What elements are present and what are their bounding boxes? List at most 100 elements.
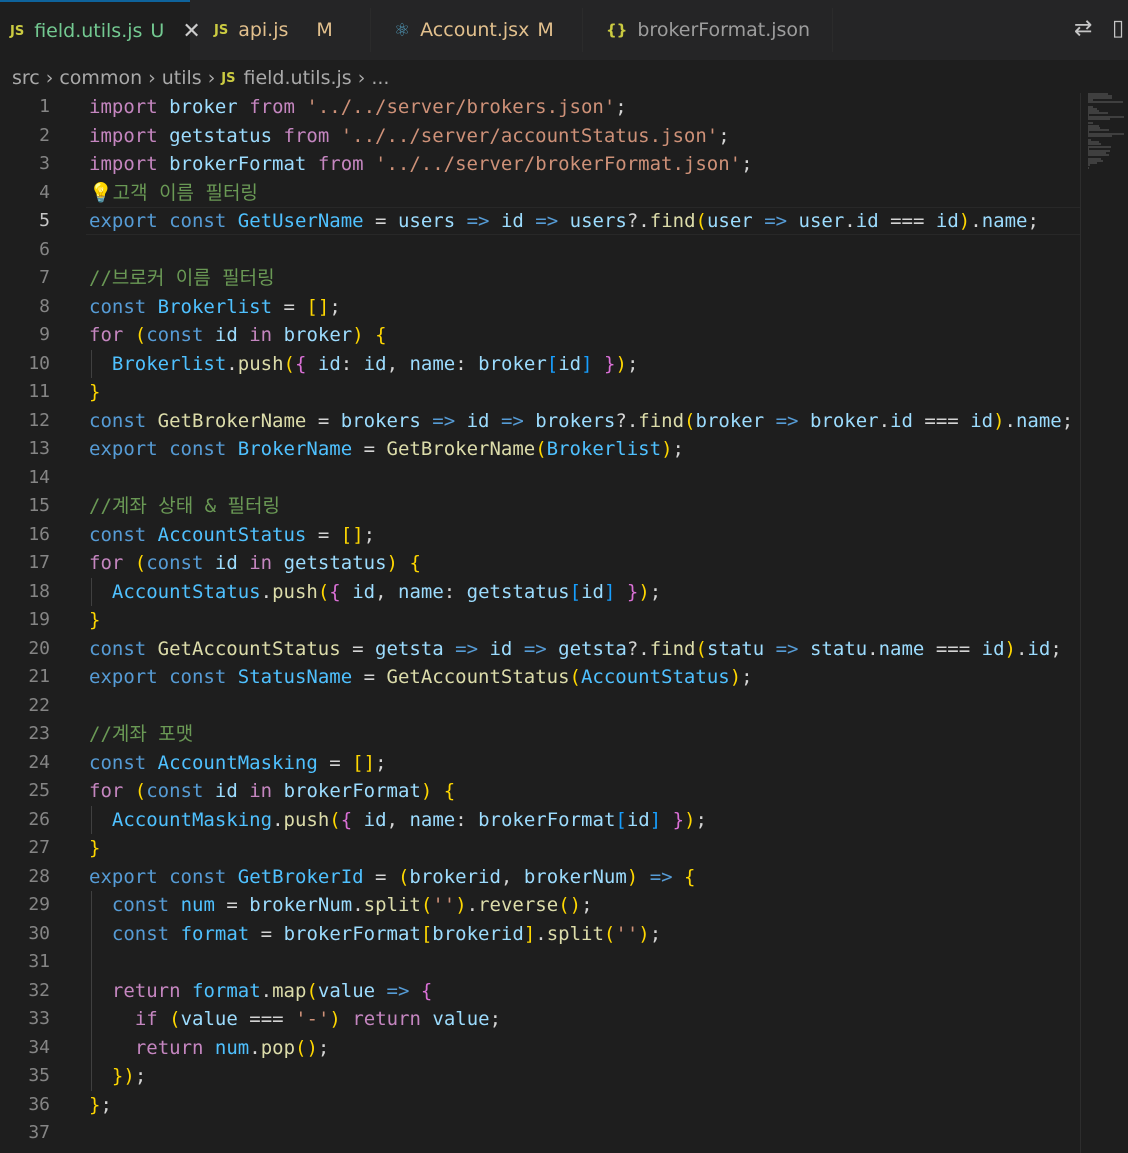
chevron-right-icon: › [357, 67, 366, 89]
tab-status-badge: M [316, 19, 333, 41]
line-number: 15 [28, 495, 50, 516]
line-number: 25 [28, 780, 50, 801]
code-line[interactable]: 17 for (const id in getstatus) { [0, 549, 1082, 578]
breadcrumb-src[interactable]: src [12, 67, 40, 89]
code-line[interactable]: 1 import broker from '../../server/broker… [0, 93, 1082, 122]
code-line[interactable]: 36}; [0, 1091, 1082, 1120]
line-number: 2 [39, 124, 50, 146]
chevron-right-icon: › [45, 67, 54, 89]
code-text: } [89, 609, 101, 631]
breadcrumb-symbol[interactable]: ... [371, 67, 389, 89]
code-line[interactable]: 25 for (const id in brokerFormat) { [0, 777, 1082, 806]
code-line[interactable]: 10 Brokerlist.push({ id: id, name: broke… [0, 350, 1082, 379]
minimap-line [1088, 166, 1089, 169]
split-editor-icon[interactable]: ▯ [1112, 16, 1124, 41]
tab-broker-format[interactable]: {} brokerFormat.json [596, 0, 832, 60]
close-icon[interactable]: ✕ [182, 19, 200, 44]
minimap-line [1088, 153, 1109, 156]
tab-divider [832, 8, 833, 52]
tab-field-utils[interactable]: JS field.utils.js U ✕ [0, 0, 201, 60]
line-number: 5 [39, 210, 50, 231]
compare-changes-icon[interactable]: ⇄ [1074, 16, 1092, 41]
breadcrumb-common[interactable]: common [59, 67, 142, 89]
breadcrumb-file[interactable]: field.utils.js [244, 67, 352, 89]
tab-status-badge: M [537, 19, 554, 41]
line-number: 17 [28, 552, 50, 573]
minimap-line [1088, 101, 1123, 104]
line-number: 19 [28, 609, 50, 630]
breadcrumb: src › common › utils › JS field.utils.js… [12, 63, 389, 93]
code-line[interactable]: 37 [0, 1119, 1082, 1148]
line-number: 12 [28, 409, 50, 431]
code-line[interactable]: 22 [0, 692, 1082, 721]
code-line[interactable]: 2 import getstatus from '../../server/acc… [0, 122, 1082, 151]
code-line[interactable]: 32 return format.map(value => { [0, 977, 1082, 1006]
tab-api[interactable]: JS api.js M [204, 0, 370, 60]
code-line[interactable]: 14 [0, 464, 1082, 493]
code-text: }); [111, 1065, 147, 1087]
breadcrumb-utils[interactable]: utils [162, 67, 202, 89]
code-line[interactable]: 18 AccountStatus.push({ id, name: getsta… [0, 578, 1082, 607]
code-text: return num.pop(); [134, 1036, 330, 1059]
code-line[interactable]: 28 export const GetBrokerId = (brokerid, … [0, 863, 1082, 892]
code-line[interactable]: 19} [0, 606, 1082, 635]
tab-account[interactable]: ⚛ Account.jsx M [384, 0, 582, 60]
code-line[interactable]: 4 💡고객 이름 필터링 [0, 179, 1082, 208]
code-line[interactable]: 21 export const StatusName = GetAccountSt… [0, 663, 1082, 692]
code-line[interactable]: 15 //계좌 상태 & 필터링 [0, 492, 1082, 521]
code-line[interactable]: 3 import brokerFormat from '../../server/… [0, 150, 1082, 179]
code-line[interactable]: 33 if (value === '-') return value; [0, 1005, 1082, 1034]
code-text: //계좌 포맷 [89, 723, 194, 745]
code-line[interactable]: 29 const num = brokerNum.split('').rever… [0, 891, 1082, 920]
code-line[interactable]: 23 //계좌 포맷 [0, 720, 1082, 749]
code-line[interactable]: 35 }); [0, 1062, 1082, 1091]
line-number: 10 [28, 352, 50, 374]
code-line[interactable]: 12 const GetBrokerName = brokers => id =>… [0, 407, 1082, 436]
vertical-scrollbar[interactable] [1080, 93, 1081, 1153]
js-file-icon: JS [214, 22, 229, 38]
code-line[interactable]: 7 //브로커 이름 필터링 [0, 264, 1082, 293]
code-line[interactable]: 30 const format = brokerFormat[brokerid]… [0, 920, 1082, 949]
line-number: 8 [39, 295, 50, 317]
line-number: 21 [28, 666, 50, 687]
indent-guide [91, 349, 92, 378]
code-line[interactable]: 11} [0, 378, 1082, 407]
code-text: for (const id in broker) { [89, 324, 387, 346]
minimap-line [1088, 118, 1110, 121]
js-file-icon: JS [10, 23, 25, 39]
code-line[interactable]: 16 const AccountStatus = []; [0, 521, 1082, 550]
line-number: 6 [39, 238, 50, 260]
line-number: 24 [28, 751, 50, 773]
line-number: 23 [28, 723, 50, 744]
code-line[interactable]: 13 export const BrokerName = GetBrokerNam… [0, 435, 1082, 464]
js-file-icon: JS [221, 70, 236, 86]
react-file-icon: ⚛ [394, 19, 411, 41]
minimap-line [1088, 135, 1113, 137]
line-number: 28 [28, 865, 50, 887]
code-line[interactable]: 9 for (const id in broker) { [0, 321, 1082, 350]
code-line[interactable]: 26 AccountMasking.push({ id, name: broke… [0, 806, 1082, 835]
code-line[interactable]: 20 const GetAccountStatus = getsta => id … [0, 635, 1082, 664]
line-number: 33 [28, 1008, 50, 1029]
lightbulb-icon[interactable]: 💡 [89, 182, 113, 204]
code-line[interactable]: 31 [0, 948, 1082, 977]
minimap[interactable] [1088, 93, 1128, 173]
code-text: //계좌 상태 & 필터링 [89, 495, 280, 517]
code-text: AccountMasking.push({ id, name: brokerFo… [111, 808, 707, 831]
code-line[interactable]: 5 export const GetUserName = users => id … [0, 207, 1082, 236]
tab-status-badge: U [150, 20, 165, 42]
code-line[interactable]: 34 return num.pop(); [0, 1034, 1082, 1063]
indent-guide [91, 891, 92, 1091]
chevron-right-icon: › [148, 67, 156, 89]
code-line[interactable]: 24 const AccountMasking = []; [0, 749, 1082, 778]
code-line[interactable]: 27} [0, 834, 1082, 863]
code-text: export const StatusName = GetAccountStat… [89, 666, 753, 688]
line-number: 7 [39, 267, 50, 288]
code-editor[interactable]: 1 import broker from '../../server/broker… [0, 93, 1128, 1153]
code-line[interactable]: 6 [0, 236, 1082, 265]
line-number: 35 [28, 1065, 50, 1086]
line-number: 37 [28, 1122, 50, 1143]
code-line[interactable]: 8 const Brokerlist = []; [0, 293, 1082, 322]
minimap-line [1088, 128, 1109, 131]
tab-label: field.utils.js [34, 20, 143, 42]
